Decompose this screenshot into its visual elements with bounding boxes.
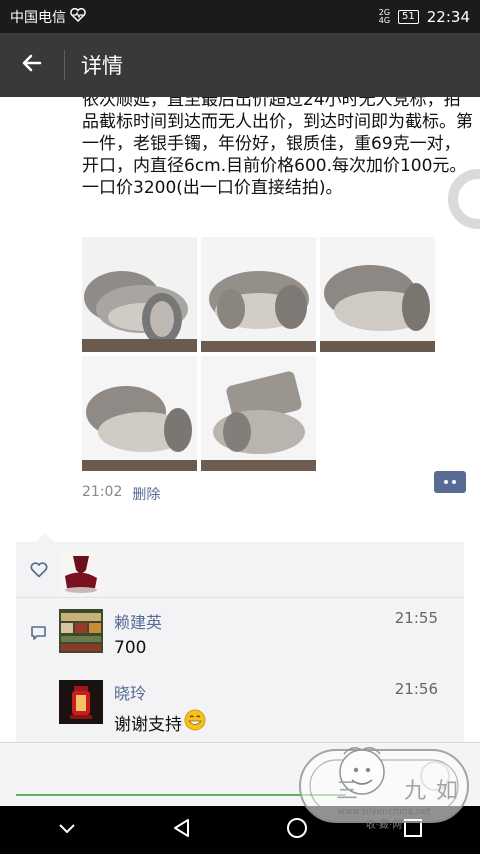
avatar[interactable] <box>59 550 103 594</box>
comment-time: 21:56 <box>394 680 438 698</box>
signal-icon: 2G 4G <box>378 7 391 25</box>
comment-bubble-icon <box>30 625 47 645</box>
title-bar: 详情 <box>0 33 480 97</box>
clock: 22:34 <box>426 7 470 26</box>
carrier-group: 中国电信 <box>10 7 86 27</box>
svg-text:如: 如 <box>436 779 458 804</box>
chevron-down-icon[interactable] <box>56 817 78 843</box>
comments-panel: 赖建英 21:55 700 晓玲 21:56 谢谢支持 <box>16 533 464 742</box>
post-time: 21:02 <box>82 484 123 500</box>
more-actions-button[interactable] <box>434 471 466 493</box>
avatar[interactable] <box>59 609 103 653</box>
comment-time: 21:55 <box>394 609 438 627</box>
comment-item[interactable]: 晓玲 21:56 谢谢支持 <box>16 680 464 742</box>
post-meta: 21:02 删除 <box>82 484 160 504</box>
photo-1[interactable] <box>82 237 197 352</box>
comment-text: 700 <box>114 638 147 658</box>
battery-icon: 51 <box>398 9 419 24</box>
photo-2[interactable] <box>201 237 316 352</box>
svg-text:三: 三 <box>336 779 358 804</box>
status-bar: 中国电信 2G 4G 51 22:34 <box>0 0 480 33</box>
grin-emoji-icon <box>184 709 206 736</box>
comment-author[interactable]: 赖建英 <box>114 609 162 633</box>
carrier-name: 中国电信 <box>10 9 66 26</box>
avatar[interactable] <box>59 680 103 724</box>
heart-monitor-icon <box>70 7 86 26</box>
post-text: 依次顺延，直至最后出价超过24小时无人竞标，拍品截标时间到达而无人出价，到达时间… <box>82 97 473 198</box>
comment-author[interactable]: 晓玲 <box>114 680 146 704</box>
comment-item[interactable]: 赖建英 21:55 700 <box>16 609 464 679</box>
photo-4[interactable] <box>82 356 197 471</box>
heart-icon <box>30 562 48 582</box>
status-right: 2G 4G 51 22:34 <box>379 8 470 26</box>
watermark-logo: 三 九 如 www.silver-china.net 收·藏·网 <box>296 738 472 834</box>
delete-link[interactable]: 删除 <box>132 484 160 504</box>
back-button[interactable] <box>0 33 64 97</box>
svg-text:收·藏·网: 收·藏·网 <box>366 818 402 831</box>
arrow-left-icon <box>20 51 44 79</box>
back-triangle-icon[interactable] <box>171 817 193 843</box>
page-title: 详情 <box>81 54 123 78</box>
comment-text: 谢谢支持 <box>114 709 206 736</box>
likes-row <box>16 542 464 598</box>
svg-text:www.silver-china.net: www.silver-china.net <box>337 807 431 817</box>
svg-text:九: 九 <box>404 779 426 804</box>
photo-5[interactable] <box>201 356 316 471</box>
photo-3[interactable] <box>320 237 435 352</box>
moment-detail[interactable]: 依次顺延，直至最后出价超过24小时无人竞标，拍品截标时间到达而无人出价，到达时间… <box>0 97 480 742</box>
